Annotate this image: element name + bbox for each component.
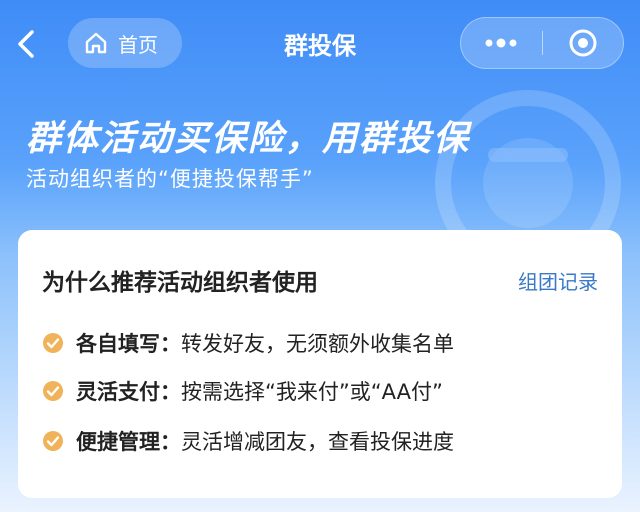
hero-subtitle: 活动组织者的“便捷投保帮手” [26, 167, 314, 191]
target-icon [569, 29, 597, 57]
more-icon [485, 38, 517, 48]
feature-item: 灵活支付： 按需选择“我来付”或“AA付” [42, 376, 443, 406]
feature-desc: 按需选择“我来付”或“AA付” [181, 380, 443, 404]
back-button[interactable] [6, 22, 46, 66]
more-button[interactable] [461, 18, 541, 68]
feature-item: 便捷管理： 灵活增减团友，查看投保进度 [42, 426, 454, 456]
feature-desc: 灵活增减团友，查看投保进度 [181, 430, 454, 454]
mini-program-capsule [460, 17, 624, 69]
check-icon [43, 381, 63, 401]
card-title: 为什么推荐活动组织者使用 [42, 270, 318, 296]
feature-name: 便捷管理： [76, 430, 181, 454]
check-icon [43, 431, 63, 451]
hero-title: 群体活动买保险，用群投保 [26, 119, 471, 159]
check-icon [43, 333, 63, 353]
back-icon [18, 30, 34, 58]
feature-desc: 转发好友，无须额外收集名单 [181, 332, 454, 356]
close-mini-program-button[interactable] [543, 18, 623, 68]
home-icon [85, 32, 107, 54]
home-button[interactable]: 首页 [68, 18, 182, 68]
feature-name: 灵活支付： [76, 380, 181, 404]
feature-name: 各自填写： [76, 332, 181, 356]
group-records-link[interactable]: 组团记录 [518, 266, 598, 295]
feature-item: 各自填写： 转发好友，无须额外收集名单 [42, 328, 454, 358]
recommendation-card: 为什么推荐活动组织者使用 组团记录 各自填写： 转发好友，无须额外收集名单 灵活… [18, 230, 622, 498]
home-label: 首页 [118, 32, 158, 57]
